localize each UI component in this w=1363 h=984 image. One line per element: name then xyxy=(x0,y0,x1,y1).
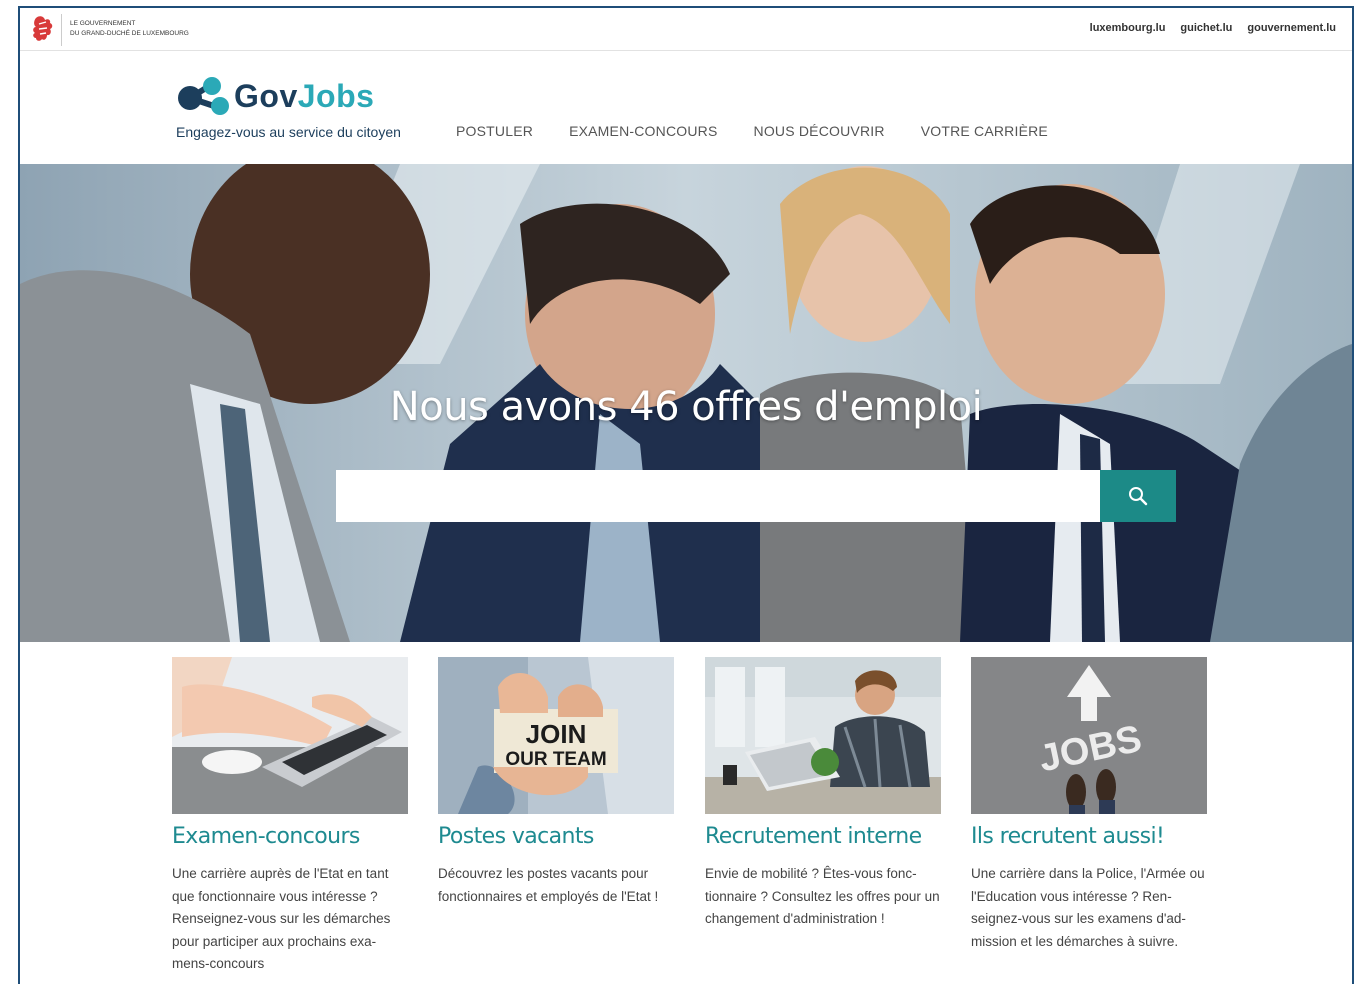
card-title[interactable]: Ils recrutent aussi! xyxy=(971,824,1207,849)
search-icon xyxy=(1129,487,1148,506)
card-description: Une carrière dans la Police, l'Armée ou … xyxy=(971,866,1205,949)
gov-title-line2: du Grand-Duché de Luxembourg xyxy=(70,30,189,37)
join-text: JOIN xyxy=(526,719,587,749)
nav-postuler[interactable]: POSTULER xyxy=(456,123,533,139)
government-bar: Le Gouvernement du Grand-Duché de Luxemb… xyxy=(20,8,1352,51)
card-image-office-man[interactable] xyxy=(705,657,941,814)
card-ils-recrutent-aussi[interactable]: JOBS Ils recrutent aussi! Une carrière d… xyxy=(971,657,1207,953)
nav-nous-decouvrir[interactable]: NOUS DÉCOUVRIR xyxy=(754,123,885,139)
card-description: Envie de mobilité ? Êtes-vous fonc-tionn… xyxy=(705,866,940,926)
gov-separator xyxy=(61,14,62,46)
card-recrutement-interne[interactable]: Recrutement interne Envie de mobilité ? … xyxy=(705,657,941,931)
luxembourg-lion-icon[interactable] xyxy=(30,14,56,44)
card-title[interactable]: Recrutement interne xyxy=(705,824,941,849)
gov-title[interactable]: Le Gouvernement du Grand-Duché de Luxemb… xyxy=(70,19,189,39)
card-title[interactable]: Postes vacants xyxy=(438,824,674,849)
nav-votre-carriere[interactable]: VOTRE CARRIÈRE xyxy=(921,123,1048,139)
office-man-image xyxy=(705,657,941,814)
main-navigation: POSTULER EXAMEN-CONCOURS NOUS DÉCOUVRIR … xyxy=(456,123,1048,139)
logo-tagline: Engagez-vous au service du citoyen xyxy=(176,124,401,140)
card-title[interactable]: Examen-concours xyxy=(172,824,408,849)
hero-title: Nous avons 46 offres d'emploi xyxy=(389,384,983,430)
nav-examen-concours[interactable]: EXAMEN-CONCOURS xyxy=(569,123,717,139)
logo-wordmark: GovJobs xyxy=(234,78,374,115)
search-button[interactable] xyxy=(1100,470,1176,522)
logo-gov-text: Gov xyxy=(234,78,298,114)
our-team-text: OUR TEAM xyxy=(505,749,606,770)
card-image-laptop[interactable] xyxy=(172,657,408,814)
govjobs-logo[interactable]: GovJobs Engagez-vous au service du citoy… xyxy=(176,76,416,142)
job-search-input[interactable] xyxy=(336,470,1100,522)
card-description: Découvrez les postes vacants pour foncti… xyxy=(438,866,659,904)
card-image-join-team[interactable]: JOIN OUR TEAM xyxy=(438,657,674,814)
card-image-jobs-arrow[interactable]: JOBS xyxy=(971,657,1207,814)
card-description: Une carrière auprès de l'Etat en tant qu… xyxy=(172,866,391,971)
logo-jobs-text: Jobs xyxy=(297,78,375,114)
card-postes-vacants[interactable]: JOIN OUR TEAM Postes vacants Découvrez l… xyxy=(438,657,674,908)
hero-banner: Nous avons 46 offres d'emploi xyxy=(20,164,1352,642)
join-team-image: JOIN OUR TEAM xyxy=(438,657,674,814)
jobs-arrow-image: JOBS xyxy=(971,657,1207,814)
link-guichet-lu[interactable]: guichet.lu xyxy=(1180,22,1232,34)
gov-title-line1: Le Gouvernement xyxy=(70,20,136,27)
link-gouvernement-lu[interactable]: gouvernement.lu xyxy=(1247,22,1336,34)
link-luxembourg-lu[interactable]: luxembourg.lu xyxy=(1090,22,1166,34)
gov-links: luxembourg.lu guichet.lu gouvernement.lu xyxy=(1090,22,1336,34)
laptop-hands-image xyxy=(172,657,408,814)
card-examen-concours[interactable]: Examen-concours Une carrière auprès de l… xyxy=(172,657,408,976)
govjobs-logo-icon xyxy=(178,77,229,115)
